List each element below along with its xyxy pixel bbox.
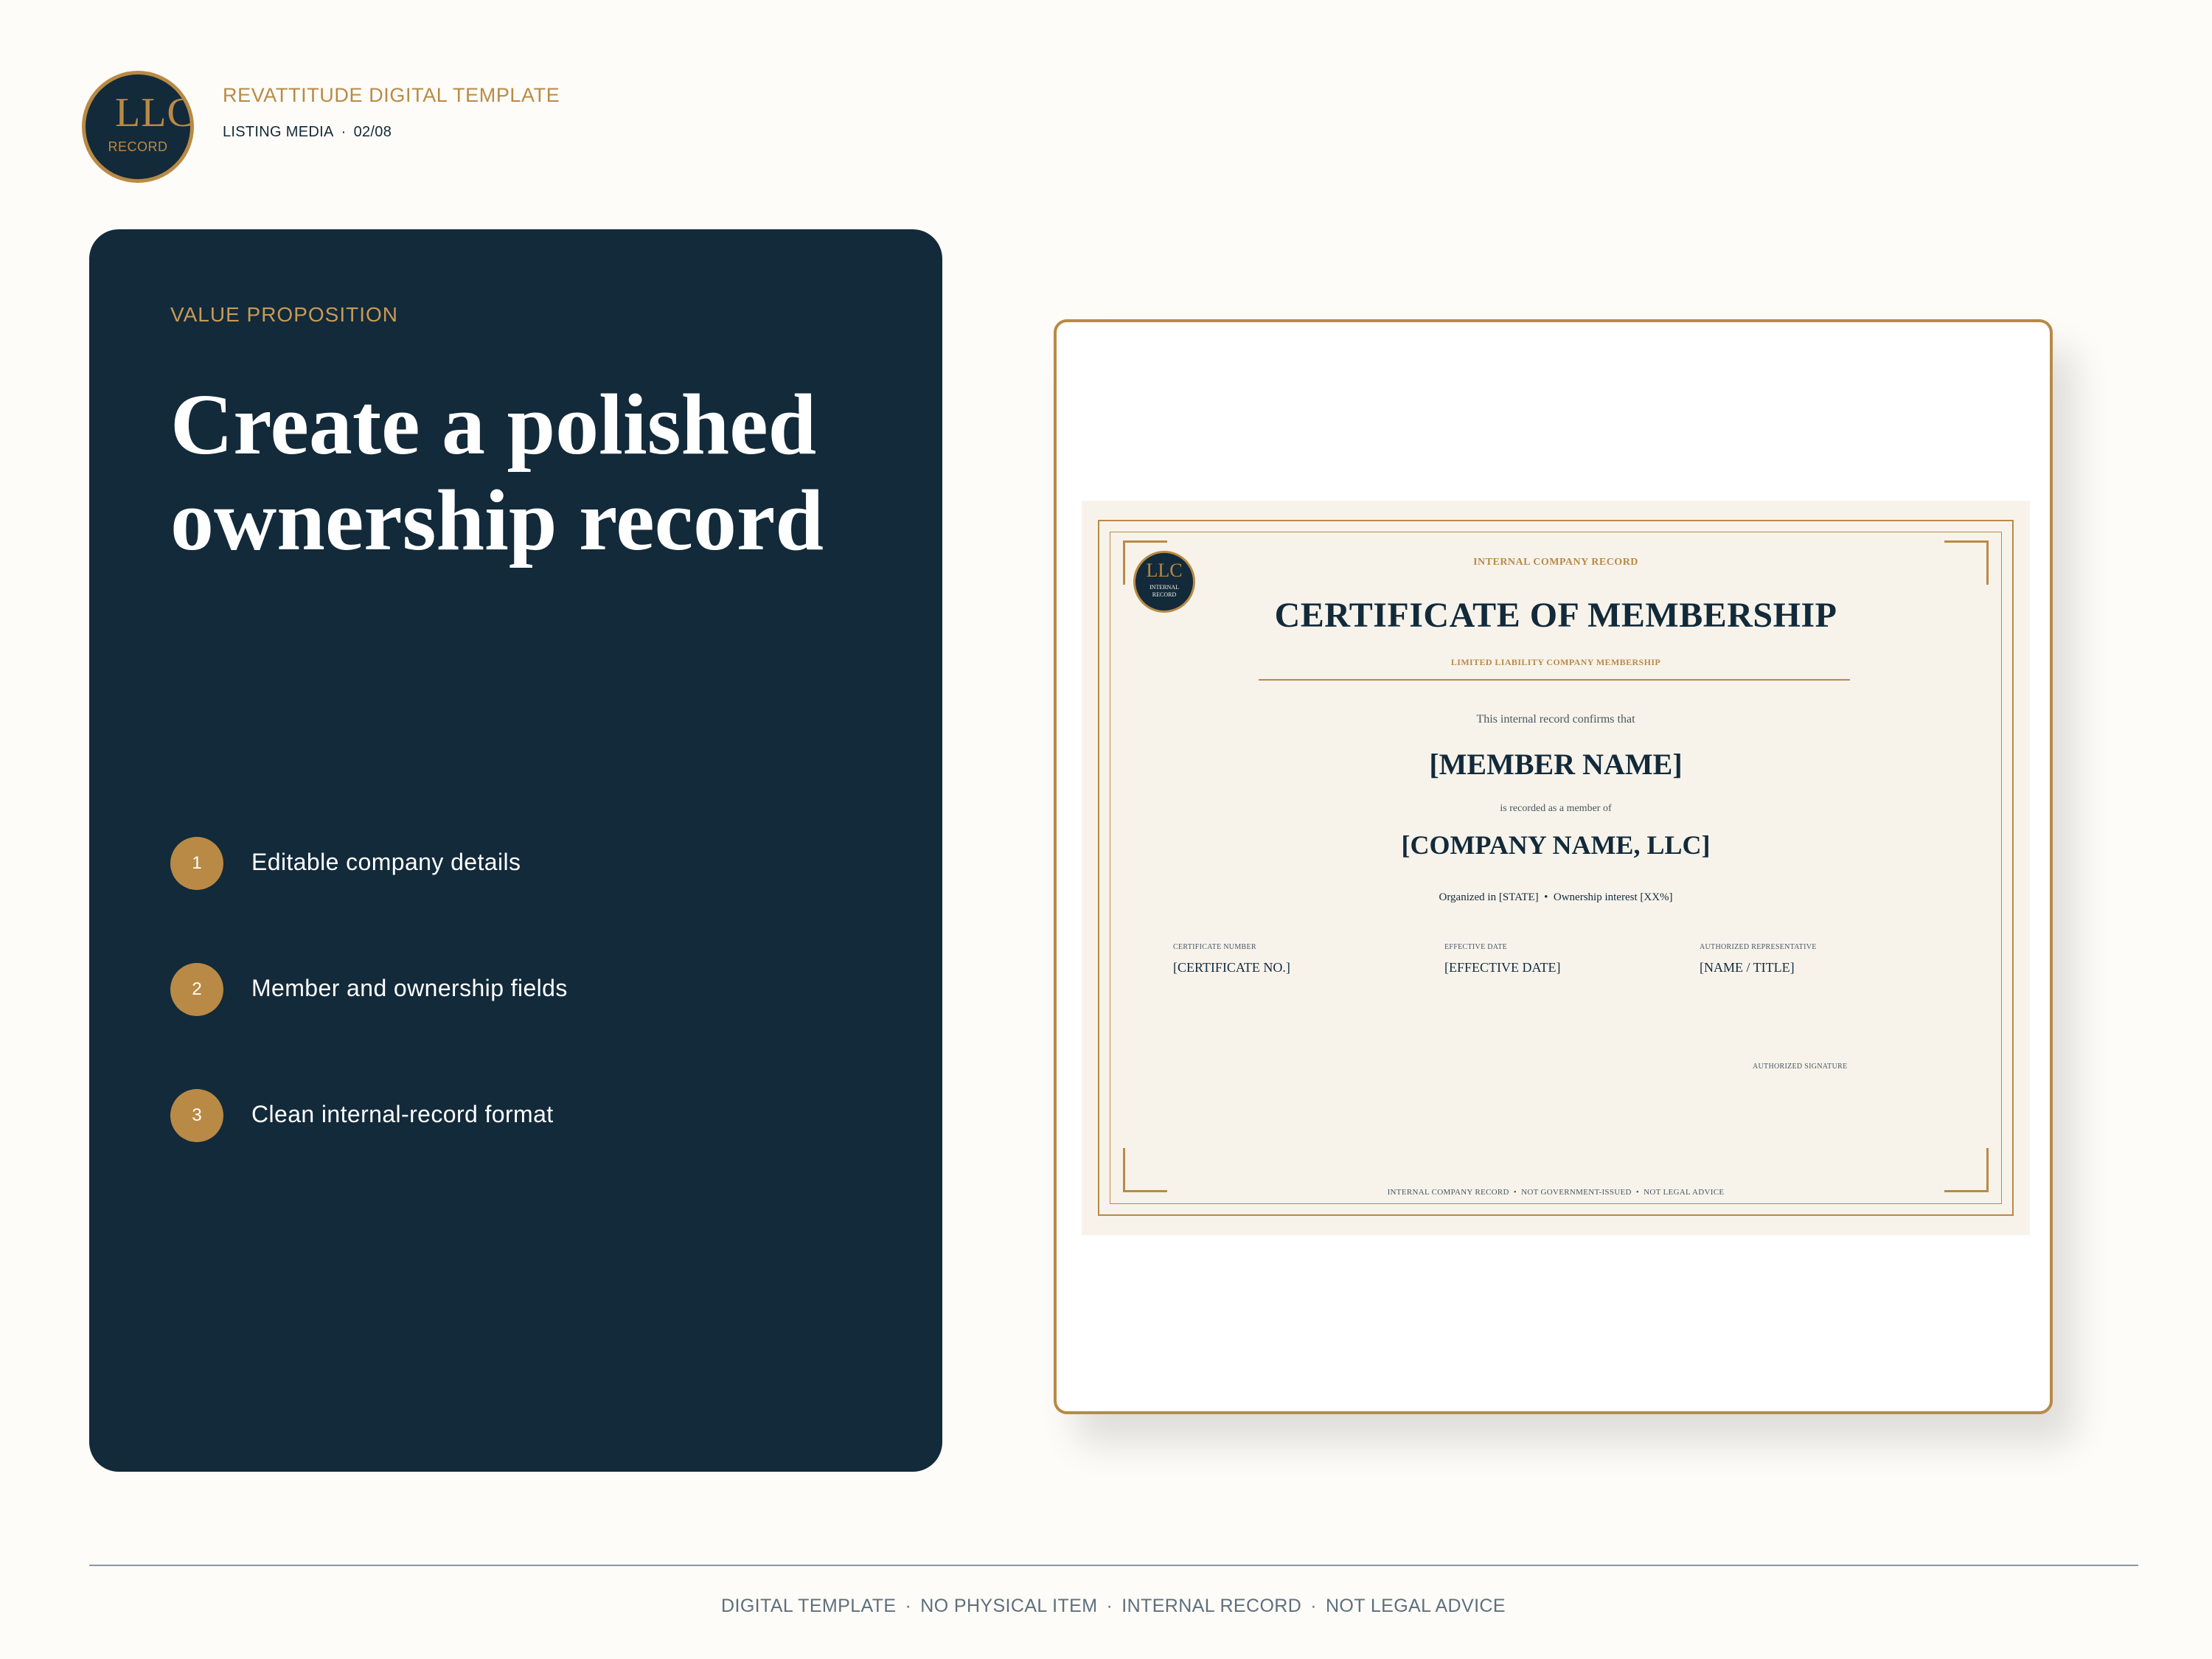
certificate-title: CERTIFICATE OF MEMBERSHIP <box>1274 596 1837 635</box>
footer-item: NOT LEGAL ADVICE <box>1325 1596 1506 1616</box>
certificate-document: LLC INTERNAL RECORD INTERNAL COMPANY REC… <box>1082 501 2030 1235</box>
feature-number-badge: 3 <box>170 1089 223 1142</box>
member-name-placeholder: [MEMBER NAME] <box>1429 748 1683 781</box>
feature-item: 3 Clean internal-record format <box>170 1089 834 1142</box>
authorized-representative-field: AUTHORIZED REPRESENTATIVE [NAME / TITLE] <box>1700 943 1817 975</box>
footer-item: NO PHYSICAL ITEM <box>920 1596 1098 1616</box>
certificate-divider <box>1259 679 1850 681</box>
field-value: [NAME / TITLE] <box>1700 960 1795 975</box>
footer-item: DIGITAL TEMPLATE <box>721 1596 897 1616</box>
certificate-preview-card: LLC INTERNAL RECORD INTERNAL COMPANY REC… <box>1054 319 2053 1414</box>
effective-date-field: EFFECTIVE DATE [EFFECTIVE DATE] <box>1444 943 1560 975</box>
feature-label: Clean internal-record format <box>251 1101 554 1127</box>
brand-meta: LISTING MEDIA · 02/08 <box>223 124 392 141</box>
panel-eyebrow: VALUE PROPOSITION <box>170 303 398 326</box>
footer-divider <box>89 1565 2138 1566</box>
field-value: [CERTIFICATE NO.] <box>1173 960 1290 975</box>
meta-label: LISTING MEDIA <box>223 124 334 140</box>
field-label: AUTHORIZED REPRESENTATIVE <box>1700 943 1817 951</box>
certificate-number-field: CERTIFICATE NUMBER [CERTIFICATE NO.] <box>1173 943 1290 975</box>
logo-subtext: RECORD <box>108 139 168 154</box>
certificate-confirm-line: This internal record confirms that <box>1476 713 1635 726</box>
corner-ornament <box>1944 1148 1989 1192</box>
feature-label: Editable company details <box>251 849 521 875</box>
field-value: [EFFECTIVE DATE] <box>1444 960 1561 975</box>
feature-item: 1 Editable company details <box>170 837 834 890</box>
feature-item: 2 Member and ownership fields <box>170 963 834 1016</box>
brand-title: REVATTITUDE DIGITAL TEMPLATE <box>223 84 560 106</box>
logo-badge: LLC RECORD <box>82 71 194 183</box>
footer-disclaimer: DIGITAL TEMPLATE · NO PHYSICAL ITEM · INTERN… <box>0 1596 2212 1617</box>
page-counter: 02/08 <box>353 124 392 140</box>
field-label: EFFECTIVE DATE <box>1444 943 1508 951</box>
field-label: CERTIFICATE NUMBER <box>1173 943 1256 951</box>
certificate-recorded-line: is recorded as a member of <box>1500 803 1612 814</box>
footer-item: INTERNAL RECORD <box>1121 1596 1302 1616</box>
feature-number-badge: 2 <box>170 963 223 1016</box>
company-name-placeholder: [COMPANY NAME, LLC] <box>1401 830 1711 860</box>
organization-line: Organized in [STATE] • Ownership interes… <box>1439 891 1673 903</box>
footer-separator: · <box>1106 1596 1113 1616</box>
footer-separator: · <box>1310 1596 1317 1616</box>
panel-headline: Create a polished ownership record <box>170 376 824 568</box>
feature-number-badge: 1 <box>170 837 223 890</box>
certificate-subtitle: LIMITED LIABILITY COMPANY MEMBERSHIP <box>1450 657 1661 667</box>
logo-text: LLC <box>115 90 194 136</box>
certificate-kicker: INTERNAL COMPANY RECORD <box>1473 557 1638 568</box>
signature-label: AUTHORIZED SIGNATURE <box>1753 1062 1848 1071</box>
feature-label: Member and ownership fields <box>251 975 568 1001</box>
value-proposition-panel: VALUE PROPOSITION Create a polished owne… <box>89 229 942 1472</box>
footer-separator: · <box>905 1596 912 1616</box>
corner-ornament <box>1123 1148 1167 1192</box>
certificate-footer: INTERNAL COMPANY RECORD • NOT GOVERNMENT… <box>1387 1188 1725 1197</box>
meta-separator: · <box>341 124 347 140</box>
